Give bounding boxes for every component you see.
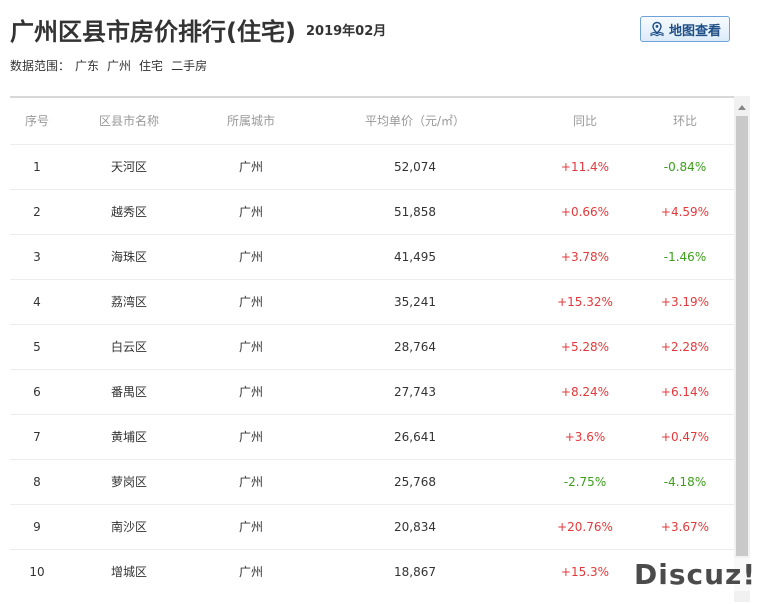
row-district: 南沙区	[110, 520, 147, 534]
scope-tag-city[interactable]: 广州	[107, 59, 131, 73]
table-row[interactable]: 6 番禺区 广州 27,743 +8.24% +6.14%	[10, 369, 734, 415]
row-city: 广州	[238, 430, 263, 444]
row-mom: +0.47%	[660, 430, 710, 444]
row-yoy: +11.4%	[560, 160, 610, 174]
row-yoy: +15.3%	[560, 565, 610, 579]
map-view-label: 地图查看	[668, 23, 721, 39]
col-district-header[interactable]: 区县市名称	[84, 98, 174, 144]
discuz-watermark: Discuz!	[634, 558, 757, 591]
table-row[interactable]: 2 越秀区 广州 51,858 +0.66% +4.59%	[10, 189, 734, 235]
row-city: 广州	[238, 160, 263, 174]
col-rank-header[interactable]: 序号	[10, 98, 64, 144]
row-city: 广州	[238, 520, 263, 534]
row-mom: +4.59%	[660, 205, 710, 219]
table-row[interactable]: 10 增城区 广州 18,867 +15.3%	[10, 549, 734, 595]
row-yoy: +3.6%	[564, 430, 606, 444]
row-yoy: +5.28%	[560, 340, 610, 354]
page-title: 广州区县市房价排行(住宅)	[10, 18, 296, 46]
table-header: 序号 区县市名称 所属城市 平均单价（元/㎡） 同比 环比	[10, 98, 734, 144]
row-rank: 5	[33, 340, 41, 354]
row-mom: +2.28%	[660, 340, 710, 354]
row-city: 广州	[238, 250, 263, 264]
row-mom: +3.67%	[660, 520, 710, 534]
row-district: 越秀区	[110, 205, 147, 219]
row-city: 广州	[238, 565, 263, 579]
row-price: 41,495	[394, 250, 436, 264]
table-row[interactable]: 7 黄埔区 广州 26,641 +3.6% +0.47%	[10, 414, 734, 460]
row-city: 广州	[238, 385, 263, 399]
row-rank: 4	[33, 295, 41, 309]
row-city: 广州	[238, 205, 263, 219]
col-city-header[interactable]: 所属城市	[206, 98, 296, 144]
row-price: 20,834	[394, 520, 436, 534]
col-price-header[interactable]: 平均单价（元/㎡）	[350, 98, 480, 144]
row-rank: 9	[33, 520, 41, 534]
row-district: 萝岗区	[110, 475, 147, 489]
row-city: 广州	[238, 475, 263, 489]
row-yoy: +8.24%	[560, 385, 610, 399]
row-price: 28,764	[394, 340, 436, 354]
row-price: 51,858	[394, 205, 436, 219]
vertical-scrollbar[interactable]	[734, 96, 750, 602]
scope-tag-province[interactable]: 广东	[75, 59, 99, 73]
price-ranking-table: 序号 区县市名称 所属城市 平均单价（元/㎡） 同比 环比 1 天河区 广州 52,0…	[10, 96, 734, 604]
row-district: 番禺区	[110, 385, 147, 399]
row-price: 52,074	[394, 160, 436, 174]
table-row[interactable]: 5 白云区 广州 28,764 +5.28% +2.28%	[10, 324, 734, 370]
row-district: 荔湾区	[110, 295, 147, 309]
row-rank: 7	[33, 430, 41, 444]
row-rank: 10	[29, 565, 45, 579]
scope-label: 数据范围：	[10, 59, 71, 73]
row-rank: 8	[33, 475, 41, 489]
scope-tag-market[interactable]: 二手房	[171, 59, 207, 73]
row-rank: 1	[33, 160, 41, 174]
row-mom: -4.18%	[663, 475, 707, 489]
map-view-button[interactable]: 地图查看	[640, 16, 730, 42]
row-yoy: +0.66%	[560, 205, 610, 219]
scope-tag-type[interactable]: 住宅	[139, 59, 163, 73]
row-yoy: +20.76%	[557, 520, 613, 534]
row-yoy: +3.78%	[560, 250, 610, 264]
row-district: 海珠区	[110, 250, 147, 264]
row-price: 35,241	[394, 295, 436, 309]
table-row[interactable]: 3 海珠区 广州 41,495 +3.78% -1.46%	[10, 234, 734, 280]
row-price: 27,743	[394, 385, 436, 399]
map-pin-icon	[649, 21, 665, 37]
row-rank: 3	[33, 250, 41, 264]
data-scope: 数据范围： 广东 广州 住宅 二手房	[10, 57, 215, 74]
row-yoy: -2.75%	[563, 475, 607, 489]
row-yoy: +15.32%	[557, 295, 613, 309]
table-row[interactable]: 1 天河区 广州 52,074 +11.4% -0.84%	[10, 144, 734, 190]
row-city: 广州	[238, 295, 263, 309]
scroll-up-arrow-icon[interactable]	[734, 102, 750, 112]
row-mom: +3.19%	[660, 295, 710, 309]
row-mom: +6.14%	[660, 385, 710, 399]
table-row[interactable]: 9 南沙区 广州 20,834 +20.76% +3.67%	[10, 504, 734, 550]
table-row[interactable]: 4 荔湾区 广州 35,241 +15.32% +3.19%	[10, 279, 734, 325]
row-district: 天河区	[110, 160, 147, 174]
row-price: 26,641	[394, 430, 436, 444]
col-mom-header[interactable]: 环比	[630, 98, 734, 144]
scrollbar-thumb[interactable]	[736, 116, 748, 556]
row-rank: 6	[33, 385, 41, 399]
table-row[interactable]: 8 萝岗区 广州 25,768 -2.75% -4.18%	[10, 459, 734, 505]
row-district: 增城区	[110, 565, 147, 579]
col-yoy-header[interactable]: 同比	[530, 98, 640, 144]
row-mom: -1.46%	[663, 250, 707, 264]
row-district: 黄埔区	[110, 430, 147, 444]
row-city: 广州	[238, 340, 263, 354]
row-price: 18,867	[394, 565, 436, 579]
row-price: 25,768	[394, 475, 436, 489]
row-district: 白云区	[110, 340, 147, 354]
row-rank: 2	[33, 205, 41, 219]
report-date: 2019年02月	[306, 24, 387, 39]
row-mom: -0.84%	[663, 160, 707, 174]
